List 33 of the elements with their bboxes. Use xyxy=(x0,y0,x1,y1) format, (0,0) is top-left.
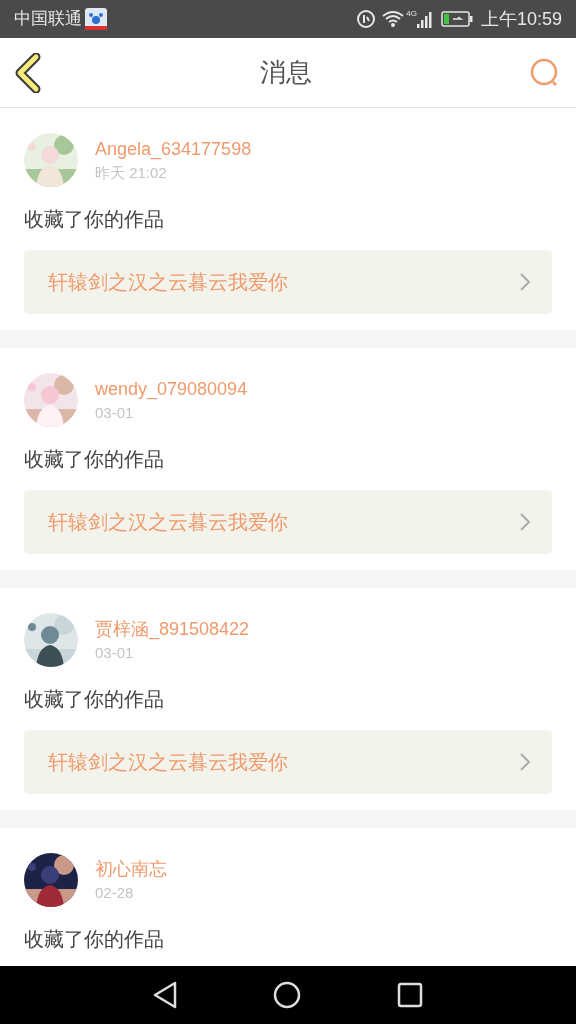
back-nav-button[interactable] xyxy=(153,981,177,1009)
circle-home-icon xyxy=(273,981,301,1009)
message-time: 昨天 21:02 xyxy=(95,164,168,182)
message-text: 收藏了你的作品 xyxy=(24,447,165,471)
message-text: 收藏了你的作品 xyxy=(24,207,165,231)
message-text: 收藏了你的作品 xyxy=(24,687,165,711)
user-name[interactable]: Angela_634177598 xyxy=(95,138,252,160)
user-name[interactable]: 贾梓涵_891508422 xyxy=(95,618,250,640)
message-time: 02-28 xyxy=(95,884,135,902)
work-link[interactable]: 轩辕剑之汉之云暮云我爱你 xyxy=(24,490,552,554)
network-type: 4G xyxy=(406,8,417,20)
signal-icon xyxy=(416,10,433,28)
chevron-right-icon xyxy=(520,513,530,531)
home-nav-button[interactable] xyxy=(273,981,301,1009)
message-time: 03-01 xyxy=(95,644,135,662)
user-name[interactable]: 初心南忘 xyxy=(95,858,167,880)
chevron-right-icon xyxy=(520,273,530,291)
clock-time: 上午10:59 xyxy=(480,7,562,31)
back-chevron-icon xyxy=(14,52,42,93)
wifi-icon xyxy=(382,10,405,28)
paw-app-icon xyxy=(85,8,107,30)
message-text: 收藏了你的作品 xyxy=(24,927,165,951)
battery-icon xyxy=(440,11,473,27)
page-title: 消息 xyxy=(260,56,312,89)
recents-nav-button[interactable] xyxy=(397,982,423,1008)
message-time: 03-01 xyxy=(95,404,135,422)
user-name[interactable]: wendy_079080094 xyxy=(95,378,248,400)
work-link[interactable]: 轩辕剑之汉之云暮云我爱你 xyxy=(24,730,552,794)
triangle-back-icon xyxy=(153,981,177,1009)
work-link[interactable]: 轩辕剑之汉之云暮云我爱你 xyxy=(24,250,552,314)
chevron-right-icon xyxy=(520,753,530,771)
square-recents-icon xyxy=(397,982,423,1008)
carrier-name: 中国联通 xyxy=(14,8,82,31)
